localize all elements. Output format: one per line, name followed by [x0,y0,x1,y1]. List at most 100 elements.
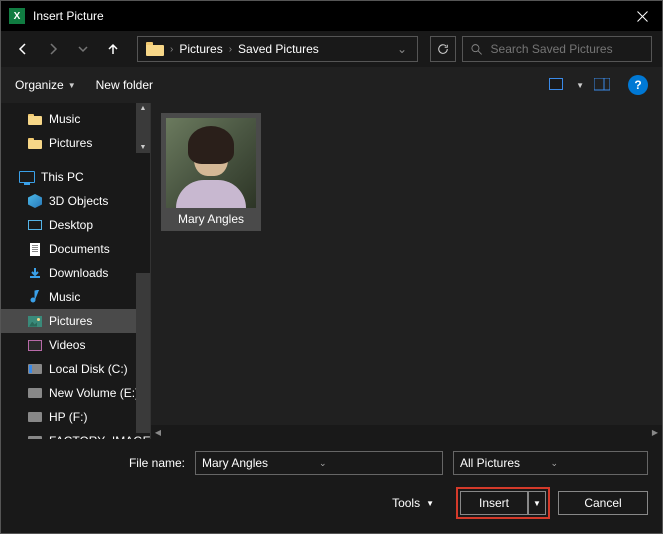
file-name-value: Mary Angles [202,456,319,470]
tree-item-this-pc[interactable]: This PC [1,165,150,189]
disk-icon [27,409,43,425]
recent-dropdown[interactable] [71,37,95,61]
tree-label: FACTORY_IMAGE [49,434,151,439]
tree-label: Desktop [49,218,93,232]
tree-item-documents[interactable]: Documents [1,237,150,261]
chevron-down-icon[interactable]: ⌄ [551,458,642,469]
disk-icon [27,385,43,401]
insert-picture-dialog: X Insert Picture › Pictures › Saved Pict… [0,0,663,534]
tree-label: This PC [41,170,84,184]
content-scrollbar[interactable]: ◀▶ [151,425,662,439]
tools-button[interactable]: Tools ▼ [392,496,434,510]
tree-item-hp-f[interactable]: HP (F:) [1,405,150,429]
footer: File name: Mary Angles ⌄ All Pictures ⌄ … [1,439,662,533]
tree-label: Local Disk (C:) [49,362,128,376]
search-box[interactable] [462,36,652,62]
file-item-mary-angles[interactable]: Mary Angles [161,113,261,231]
download-icon [27,265,43,281]
view-controls: ▼ ? [548,75,648,95]
file-name-label: File name: [15,456,185,470]
address-dropdown[interactable]: ⌄ [391,42,413,56]
search-input[interactable] [491,42,643,56]
organize-label: Organize [15,78,64,92]
tree-item-downloads[interactable]: Downloads [1,261,150,285]
sidebar: Music Pictures This PC 3D Objects D [1,103,151,439]
pc-icon [19,169,35,185]
folder-icon [27,111,43,127]
insert-button-highlight: Insert ▼ [456,487,550,519]
tree-item-pictures[interactable]: Pictures [1,309,150,333]
filter-label: All Pictures [460,456,551,470]
tree-label: HP (F:) [49,410,87,424]
insert-button[interactable]: Insert [460,491,528,515]
refresh-button[interactable] [430,36,456,62]
breadcrumb-pictures[interactable]: Pictures [175,42,226,56]
sidebar-scrollbar[interactable] [136,273,150,433]
close-button[interactable] [622,1,662,31]
tree-label: Music [49,290,80,304]
up-button[interactable] [101,37,125,61]
titlebar: X Insert Picture [1,1,662,31]
disk-icon [27,361,43,377]
cancel-button[interactable]: Cancel [558,491,648,515]
close-icon [637,11,648,22]
tree-item-local-disk-c[interactable]: Local Disk (C:) [1,357,150,381]
tree-item-pictures-quick[interactable]: Pictures [1,131,150,155]
3d-icon [27,193,43,209]
video-icon [27,337,43,353]
chevron-down-icon: ▼ [426,499,434,508]
help-button[interactable]: ? [628,75,648,95]
tree-item-factory-image[interactable]: FACTORY_IMAGE [1,429,150,439]
organize-button[interactable]: Organize ▼ [15,78,76,92]
toolbar: Organize ▼ New folder ▼ ? [1,67,662,103]
view-mode-button[interactable] [548,75,568,95]
desktop-icon [27,217,43,233]
address-bar[interactable]: › Pictures › Saved Pictures ⌄ [137,36,418,62]
preview-pane-button[interactable] [592,75,612,95]
chevron-down-icon[interactable]: ⌄ [319,458,436,469]
chevron-right-icon[interactable]: › [168,44,175,55]
chevron-right-icon[interactable]: › [227,44,234,55]
tree-item-3d-objects[interactable]: 3D Objects [1,189,150,213]
document-icon [27,241,43,257]
forward-button[interactable] [41,37,65,61]
tools-label: Tools [392,496,420,510]
new-folder-button[interactable]: New folder [96,78,153,92]
tree-item-new-volume-e[interactable]: New Volume (E:) [1,381,150,405]
tree-item-videos[interactable]: Videos [1,333,150,357]
sidebar-scrollbar-top[interactable]: ▲▼ [136,103,150,153]
tree-label: Music [49,112,80,126]
disk-icon [27,433,43,439]
refresh-icon [437,43,449,55]
new-folder-label: New folder [96,78,153,92]
cancel-label: Cancel [584,496,621,510]
view-dropdown[interactable]: ▼ [576,81,584,90]
excel-icon: X [9,8,25,24]
file-thumbnail [166,118,256,208]
tree-label: New Volume (E:) [49,386,139,400]
folder-icon [27,135,43,151]
chevron-down-icon: ▼ [68,81,76,90]
file-name-input[interactable]: Mary Angles ⌄ [195,451,443,475]
chevron-down-icon: ▼ [533,499,541,508]
file-type-filter[interactable]: All Pictures ⌄ [453,451,648,475]
back-button[interactable] [11,37,35,61]
file-list[interactable]: Mary Angles ◀▶ [151,103,662,439]
insert-dropdown-button[interactable]: ▼ [528,491,546,515]
search-icon [471,43,483,56]
tree-label: Pictures [49,314,92,328]
breadcrumb-saved-pictures[interactable]: Saved Pictures [234,42,323,56]
music-icon [27,289,43,305]
tree-label: 3D Objects [49,194,108,208]
pictures-icon [27,313,43,329]
tree-label: Videos [49,338,85,352]
main-area: Music Pictures This PC 3D Objects D [1,103,662,439]
tree-item-music-quick[interactable]: Music [1,107,150,131]
folder-tree: Music Pictures This PC 3D Objects D [1,103,150,439]
tree-item-desktop[interactable]: Desktop [1,213,150,237]
navbar: › Pictures › Saved Pictures ⌄ [1,31,662,67]
folder-icon [146,42,164,56]
file-label: Mary Angles [166,208,256,226]
insert-label: Insert [479,496,509,510]
tree-item-music[interactable]: Music [1,285,150,309]
